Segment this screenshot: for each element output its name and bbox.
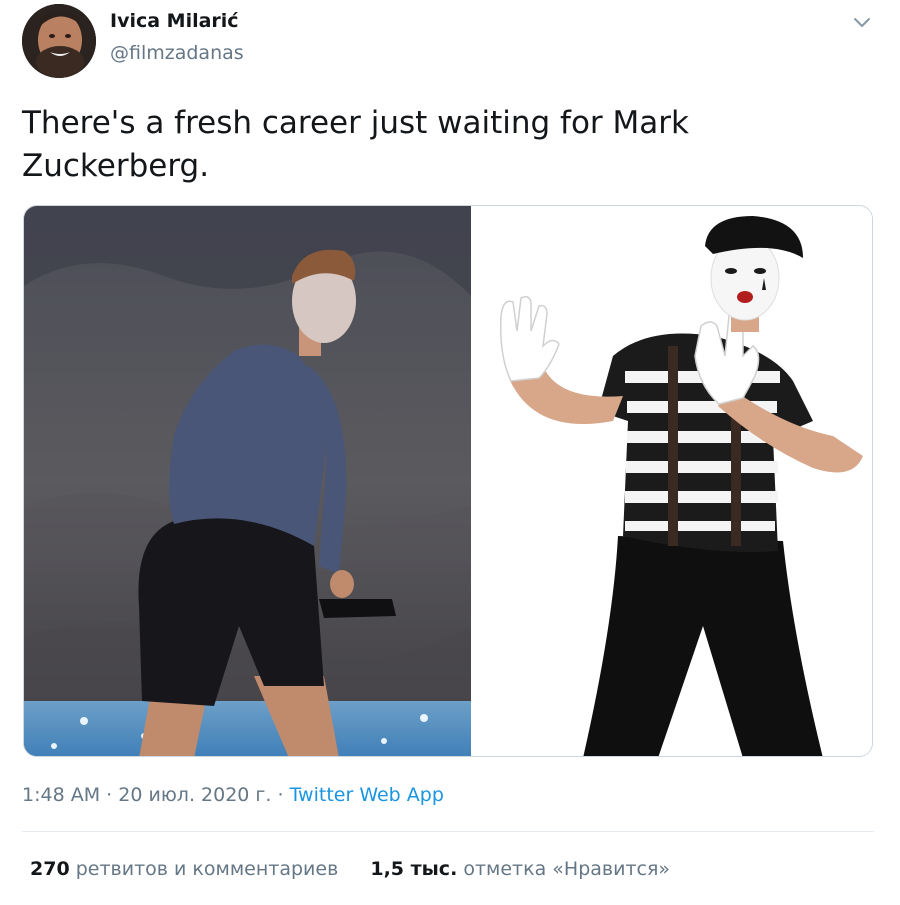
retweets-count: 270: [30, 858, 70, 880]
likes-count: 1,5 тыс.: [370, 858, 458, 880]
tweet-date[interactable]: 20 июл. 2020 г.: [118, 784, 271, 806]
meta-separator: ·: [106, 784, 113, 806]
divider: [22, 831, 874, 832]
media-photo-right[interactable]: [473, 206, 872, 756]
tweet-text: There's a fresh career just waiting for …: [22, 102, 872, 188]
tweet-source-link[interactable]: Twitter Web App: [290, 784, 444, 806]
tweet-text-line: There's a fresh career just waiting for …: [22, 105, 689, 141]
chevron-down-icon[interactable]: [848, 8, 876, 36]
tweet: Ivica Milarić @filmzadanas There's a fre…: [0, 0, 900, 905]
likes-stat[interactable]: 1,5 тыс. отметка «Нравится»: [370, 858, 670, 880]
user-handle[interactable]: @filmzadanas: [110, 42, 244, 64]
tweet-media: [23, 205, 873, 757]
meta-separator: ·: [277, 784, 284, 806]
tweet-time[interactable]: 1:48 AM: [22, 784, 100, 806]
avatar[interactable]: [22, 4, 96, 78]
tweet-meta: 1:48 AM · 20 июл. 2020 г. · Twitter Web …: [22, 784, 444, 806]
media-photo-left[interactable]: [24, 206, 471, 756]
tweet-stats: 270 ретвитов и комментариев 1,5 тыс. отм…: [30, 858, 670, 880]
retweets-label: ретвитов и комментариев: [75, 858, 339, 880]
user-name[interactable]: Ivica Milarić: [110, 10, 239, 32]
likes-label: отметка «Нравится»: [463, 858, 671, 880]
tweet-text-line: Zuckerberg.: [22, 148, 210, 184]
retweets-stat[interactable]: 270 ретвитов и комментариев: [30, 858, 338, 880]
